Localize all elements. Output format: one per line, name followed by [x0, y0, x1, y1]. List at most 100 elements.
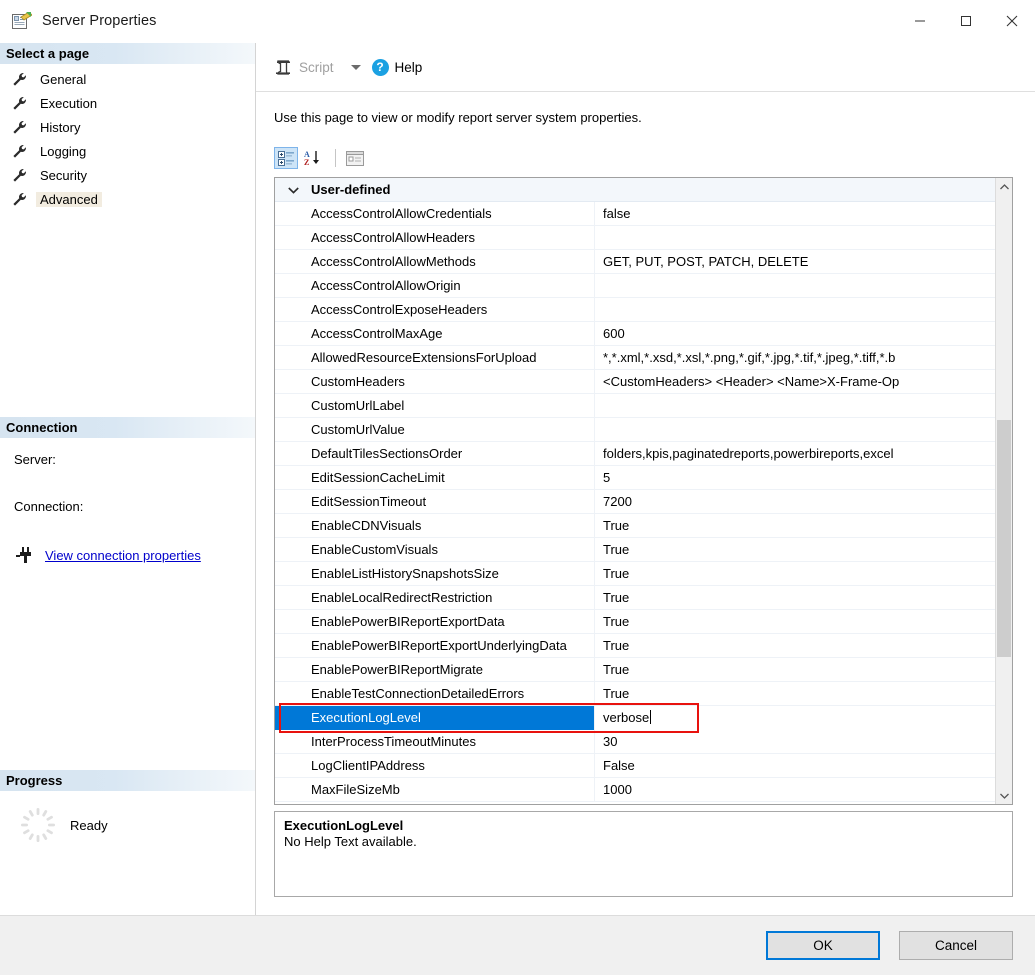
property-row[interactable]: EnableCustomVisualsTrue	[275, 538, 995, 562]
scrollbar-thumb[interactable]	[997, 420, 1011, 657]
property-row[interactable]: EnableListHistorySnapshotsSizeTrue	[275, 562, 995, 586]
property-row[interactable]: EnableLocalRedirectRestrictionTrue	[275, 586, 995, 610]
property-value: 30	[595, 730, 995, 754]
property-description-panel: ExecutionLogLevel No Help Text available…	[274, 811, 1013, 897]
property-value: True	[595, 610, 995, 634]
wrench-icon	[12, 192, 29, 207]
script-button[interactable]: Script	[269, 53, 339, 81]
chevron-down-icon[interactable]	[351, 65, 361, 70]
property-name: AccessControlExposeHeaders	[275, 298, 595, 322]
content-bottom-gap	[274, 897, 1013, 915]
property-row[interactable]: AccessControlExposeHeaders	[275, 298, 995, 322]
property-name: EnableListHistorySnapshotsSize	[275, 562, 595, 586]
progress-header: Progress	[0, 770, 255, 791]
property-row[interactable]: AccessControlAllowOrigin	[275, 274, 995, 298]
property-row[interactable]: AccessControlMaxAge600	[275, 322, 995, 346]
view-connection-properties-link[interactable]: View connection properties	[45, 548, 201, 563]
page-description: Use this page to view or modify report s…	[274, 110, 1013, 125]
property-value: 1000	[595, 778, 995, 802]
scroll-up-arrow-icon[interactable]	[996, 178, 1012, 195]
property-name: EnablePowerBIReportExportUnderlyingData	[275, 634, 595, 658]
property-grid-category-row[interactable]: User-defined	[275, 178, 995, 202]
view-connection-properties-row[interactable]: View connection properties	[14, 546, 255, 564]
property-row[interactable]: CustomHeaders<CustomHeaders> <Header> <N…	[275, 370, 995, 394]
property-name: EnableCustomVisuals	[275, 538, 595, 562]
property-row[interactable]: EnablePowerBIReportMigrateTrue	[275, 658, 995, 682]
property-value: False	[595, 754, 995, 778]
sidebar-item-advanced[interactable]: Advanced	[0, 187, 255, 211]
property-name: MaxFileSizeMb	[275, 778, 595, 802]
property-row[interactable]: AllowedResourceExtensionsForUpload*,*.xm…	[275, 346, 995, 370]
property-row[interactable]: EditSessionCacheLimit5	[275, 466, 995, 490]
left-pane: Select a page General Execution	[0, 43, 256, 915]
minimize-button[interactable]	[897, 0, 943, 42]
property-row[interactable]: AccessControlAllowMethodsGET, PUT, POST,…	[275, 250, 995, 274]
property-row[interactable]: InterProcessTimeoutMinutes30	[275, 730, 995, 754]
dialog-footer: OK Cancel	[0, 915, 1035, 975]
wrench-icon	[12, 168, 29, 183]
property-value	[595, 226, 995, 250]
property-value: folders,kpis,paginatedreports,powerbirep…	[595, 442, 995, 466]
property-row[interactable]: LogClientIPAddressFalse	[275, 754, 995, 778]
description-text: No Help Text available.	[284, 834, 1003, 849]
property-row[interactable]: MaxFileSizeMb1000	[275, 778, 995, 802]
property-row[interactable]: EnableCDNVisualsTrue	[275, 514, 995, 538]
property-value: 600	[595, 322, 995, 346]
dialog-toolbar: Script ? Help	[256, 43, 1035, 92]
sidebar-item-general[interactable]: General	[0, 67, 255, 91]
property-value	[595, 394, 995, 418]
help-label: Help	[395, 60, 423, 75]
property-row[interactable]: CustomUrlValue	[275, 418, 995, 442]
property-row[interactable]: EditSessionTimeout7200	[275, 490, 995, 514]
description-title: ExecutionLogLevel	[284, 818, 1003, 833]
text-cursor	[650, 710, 651, 724]
scroll-down-arrow-icon[interactable]	[996, 787, 1012, 804]
property-name: EditSessionCacheLimit	[275, 466, 595, 490]
property-grid[interactable]: User-definedAccessControlAllowCredential…	[274, 177, 1013, 805]
property-value: True	[595, 682, 995, 706]
sidebar-item-logging[interactable]: Logging	[0, 139, 255, 163]
page-list: General Execution History	[0, 64, 255, 211]
wrench-icon	[12, 120, 29, 135]
maximize-button[interactable]	[943, 0, 989, 42]
connection-header: Connection	[0, 417, 255, 438]
sidebar-item-history[interactable]: History	[0, 115, 255, 139]
property-row[interactable]: DefaultTilesSectionsOrderfolders,kpis,pa…	[275, 442, 995, 466]
sidebar-item-security[interactable]: Security	[0, 163, 255, 187]
property-row[interactable]: EnablePowerBIReportExportUnderlyingDataT…	[275, 634, 995, 658]
cancel-button[interactable]: Cancel	[899, 931, 1013, 960]
property-value: True	[595, 538, 995, 562]
progress-spinner-icon	[18, 805, 58, 845]
property-name: AccessControlAllowOrigin	[275, 274, 595, 298]
properties-window-icon	[12, 12, 32, 30]
property-name: CustomUrlValue	[275, 418, 595, 442]
sidebar-item-execution[interactable]: Execution	[0, 91, 255, 115]
property-value-editor[interactable]: verbose	[595, 706, 995, 730]
help-button[interactable]: ? Help	[367, 53, 428, 81]
property-row[interactable]: EnableTestConnectionDetailedErrorsTrue	[275, 682, 995, 706]
property-grid-scrollbar[interactable]	[995, 178, 1012, 804]
chevron-down-icon[interactable]	[285, 178, 301, 202]
property-name: CustomHeaders	[275, 370, 595, 394]
property-pages-button[interactable]	[343, 147, 367, 169]
property-name: DefaultTilesSectionsOrder	[275, 442, 595, 466]
property-value: True	[595, 514, 995, 538]
scrollbar-track[interactable]	[996, 195, 1012, 787]
property-row[interactable]: AccessControlAllowCredentialsfalse	[275, 202, 995, 226]
property-row[interactable]: AccessControlAllowHeaders	[275, 226, 995, 250]
sidebar-spacer-top	[0, 211, 255, 417]
property-value: True	[595, 586, 995, 610]
sidebar-spacer-bottom	[0, 564, 255, 770]
categorized-view-button[interactable]	[274, 147, 298, 169]
property-name: ExecutionLogLevel	[275, 706, 595, 730]
close-button[interactable]	[989, 0, 1035, 42]
sidebar-item-label: Logging	[36, 144, 90, 159]
property-grid-rows[interactable]: User-definedAccessControlAllowCredential…	[275, 178, 995, 804]
property-row[interactable]: ExecutionLogLevelverbose	[275, 706, 995, 730]
property-row[interactable]: CustomUrlLabel	[275, 394, 995, 418]
toolbar-divider	[335, 149, 336, 167]
property-value: false	[595, 202, 995, 226]
ok-button[interactable]: OK	[766, 931, 880, 960]
alphabetical-sort-button[interactable]: A Z	[301, 147, 325, 169]
property-row[interactable]: EnablePowerBIReportExportDataTrue	[275, 610, 995, 634]
